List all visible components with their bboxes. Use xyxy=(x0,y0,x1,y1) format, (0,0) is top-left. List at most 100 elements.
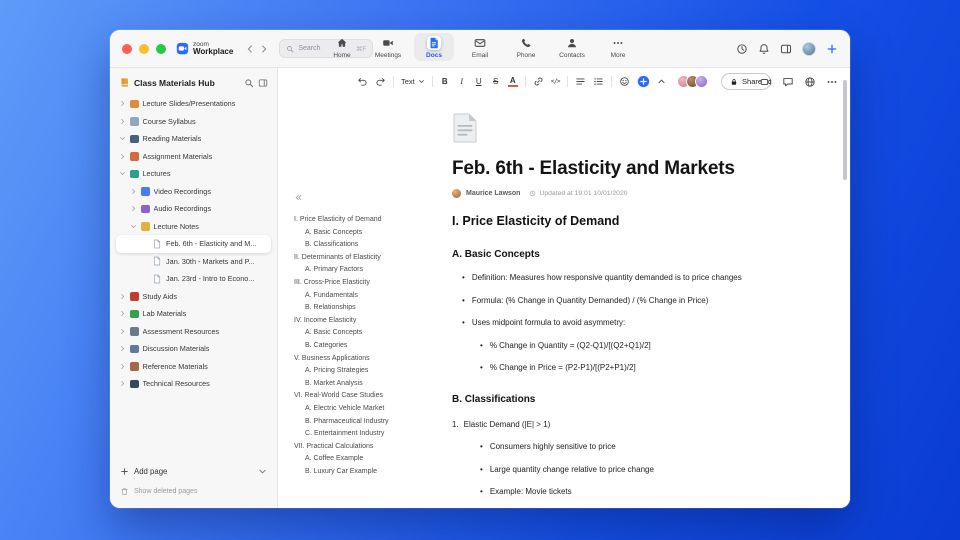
align-list-icon[interactable] xyxy=(575,76,586,87)
sidebar-item-lecture-slides-presentations[interactable]: Lecture Slides/Presentations xyxy=(116,95,271,113)
new-item-plus-icon[interactable] xyxy=(826,43,838,55)
underline-button[interactable]: U xyxy=(474,76,484,87)
sidebar-item-lectures[interactable]: Lectures xyxy=(116,165,271,183)
chevron-right-icon[interactable] xyxy=(130,188,137,195)
outline-item-a-basic-concepts[interactable]: A. Basic Concepts xyxy=(294,227,426,240)
collaborator-avatar[interactable] xyxy=(695,75,709,88)
sidebar-item-assessment-resources[interactable]: Assessment Resources xyxy=(116,323,271,341)
sidebar-collapse-icon[interactable] xyxy=(258,78,268,88)
outline-item-v-business-applications[interactable]: V. Business Applications xyxy=(294,353,426,366)
more-options-icon[interactable] xyxy=(826,76,838,88)
outline-item-b-classifications[interactable]: B. Classifications xyxy=(294,239,426,252)
text-style-dropdown[interactable]: Text xyxy=(401,77,425,86)
add-page-button[interactable]: Add page xyxy=(120,467,267,476)
tab-contacts[interactable]: Contacts xyxy=(552,33,592,61)
outline-collapse-icon[interactable] xyxy=(294,193,303,202)
sidebar-item-feb-6th-elasticity-and-m[interactable]: Feb. 6th - Elasticity and M... xyxy=(116,235,271,253)
outline-item-b-categories[interactable]: B. Categories xyxy=(294,340,426,353)
outline-item-ii-determinants-of-elasticity[interactable]: II. Determinants of Elasticity xyxy=(294,252,426,265)
tab-phone[interactable]: Phone xyxy=(506,33,546,61)
outline-item-iv-income-elasticity[interactable]: IV. Income Elasticity xyxy=(294,315,426,328)
doc-page[interactable]: Feb. 6th - Elasticity and Markets Mauric… xyxy=(430,95,850,508)
sidebar-item-study-aids[interactable]: Study Aids xyxy=(116,288,271,306)
undo-icon[interactable] xyxy=(357,76,368,87)
document-title[interactable]: Feb. 6th - Elasticity and Markets xyxy=(452,158,812,180)
font-color-button[interactable]: A xyxy=(507,76,518,87)
add-page-chevron-icon[interactable] xyxy=(258,467,267,476)
strikethrough-button[interactable]: S xyxy=(491,76,501,87)
chevron-right-icon[interactable] xyxy=(130,205,137,212)
nav-forward-button[interactable] xyxy=(259,44,269,54)
globe-icon[interactable] xyxy=(804,76,816,88)
insert-plus-icon[interactable] xyxy=(637,75,650,88)
vertical-scrollbar[interactable] xyxy=(843,80,847,180)
close-window-button[interactable] xyxy=(122,43,132,54)
sidebar-search-icon[interactable] xyxy=(244,78,254,88)
outline-item-a-fundamentals[interactable]: A. Fundamentals xyxy=(294,290,426,303)
sidebar-item-lecture-notes[interactable]: Lecture Notes xyxy=(116,218,271,236)
outline-item-a-coffee-example[interactable]: A. Coffee Example xyxy=(294,453,426,466)
sidebar-item-audio-recordings[interactable]: Audio Recordings xyxy=(116,200,271,218)
chevron-right-icon[interactable] xyxy=(119,153,126,160)
nav-back-button[interactable] xyxy=(245,44,255,54)
notifications-bell-icon[interactable] xyxy=(758,43,770,55)
outline-item-a-primary-factors[interactable]: A. Primary Factors xyxy=(294,264,426,277)
tab-home[interactable]: Home xyxy=(322,33,362,61)
tab-contacts-icon xyxy=(565,36,579,50)
tab-email[interactable]: Email xyxy=(460,33,500,61)
tab-docs[interactable]: Docs xyxy=(414,33,454,61)
outline-item-vii-practical-calculations[interactable]: VII. Practical Calculations xyxy=(294,441,426,454)
code-button[interactable]: </> xyxy=(551,76,561,87)
sidebar-item-lab-materials[interactable]: Lab Materials xyxy=(116,305,271,323)
sidebar-item-video-recordings[interactable]: Video Recordings xyxy=(116,183,271,201)
camera-icon[interactable] xyxy=(760,76,772,88)
outline-item-b-market-analysis[interactable]: B. Market Analysis xyxy=(294,378,426,391)
sidebar-item-discussion-materials[interactable]: Discussion Materials xyxy=(116,340,271,358)
outline-item-iii-cross-price-elasticity[interactable]: III. Cross-Price Elasticity xyxy=(294,277,426,290)
sidebar-item-course-syllabus[interactable]: Course Syllabus xyxy=(116,113,271,131)
outline-item-b-relationships[interactable]: B. Relationships xyxy=(294,302,426,315)
sidebar-item-technical-resources[interactable]: Technical Resources xyxy=(116,375,271,393)
outline-item-vi-real-world-case-studies[interactable]: VI. Real-World Case Studies xyxy=(294,390,426,403)
emoji-icon[interactable] xyxy=(619,76,630,87)
chevron-right-icon[interactable] xyxy=(119,100,126,107)
tab-more[interactable]: More xyxy=(598,33,638,61)
outline-item-c-entertainment-industry[interactable]: C. Entertainment Industry xyxy=(294,428,426,441)
comment-icon[interactable] xyxy=(782,76,794,88)
minimize-window-button[interactable] xyxy=(139,43,149,54)
chevron-right-icon[interactable] xyxy=(119,118,126,125)
panel-toggle-icon[interactable] xyxy=(780,43,792,55)
link-icon[interactable] xyxy=(533,76,544,87)
chevron-right-icon[interactable] xyxy=(119,380,126,387)
outline-item-b-pharmaceutical-industry[interactable]: B. Pharmaceutical Industry xyxy=(294,416,426,429)
tab-meetings[interactable]: Meetings xyxy=(368,33,408,61)
maximize-window-button[interactable] xyxy=(156,43,166,54)
show-deleted-pages-button[interactable]: Show deleted pages xyxy=(120,487,267,496)
chevron-right-icon[interactable] xyxy=(119,293,126,300)
sidebar-item-jan-30th-markets-and-p[interactable]: Jan. 30th - Markets and P... xyxy=(116,253,271,271)
outline-item-b-luxury-car-example[interactable]: B. Luxury Car Example xyxy=(294,466,426,479)
outline-item-a-electric-vehicle-market[interactable]: A. Electric Vehicle Market xyxy=(294,403,426,416)
italic-button[interactable]: I xyxy=(457,76,467,87)
sidebar-item-reference-materials[interactable]: Reference Materials xyxy=(116,358,271,376)
chevron-right-icon[interactable] xyxy=(119,345,126,352)
bullet-list-icon[interactable] xyxy=(593,76,604,87)
chevron-right-icon[interactable] xyxy=(119,328,126,335)
chevron-down-icon[interactable] xyxy=(119,170,126,177)
bold-button[interactable]: B xyxy=(440,76,450,87)
outline-item-a-basic-concepts[interactable]: A. Basic Concepts xyxy=(294,327,426,340)
history-icon[interactable] xyxy=(736,43,748,55)
sidebar-item-jan-23rd-intro-to-econo[interactable]: Jan. 23rd - Intro to Econo... xyxy=(116,270,271,288)
doc-body: I. Price Elasticity of Demand A. Basic Co… xyxy=(452,214,812,508)
outline-item-i-price-elasticity-of-demand[interactable]: I. Price Elasticity of Demand xyxy=(294,214,426,227)
sidebar-item-reading-materials[interactable]: Reading Materials xyxy=(116,130,271,148)
user-avatar[interactable] xyxy=(802,41,816,56)
chevron-right-icon[interactable] xyxy=(119,363,126,370)
redo-icon[interactable] xyxy=(375,76,386,87)
collapse-toolbar-icon[interactable] xyxy=(657,77,666,86)
chevron-down-icon[interactable] xyxy=(119,135,126,142)
outline-item-a-pricing-strategies[interactable]: A. Pricing Strategies xyxy=(294,365,426,378)
chevron-right-icon[interactable] xyxy=(119,310,126,317)
chevron-down-icon[interactable] xyxy=(130,223,137,230)
sidebar-item-assignment-materials[interactable]: Assignment Materials xyxy=(116,148,271,166)
